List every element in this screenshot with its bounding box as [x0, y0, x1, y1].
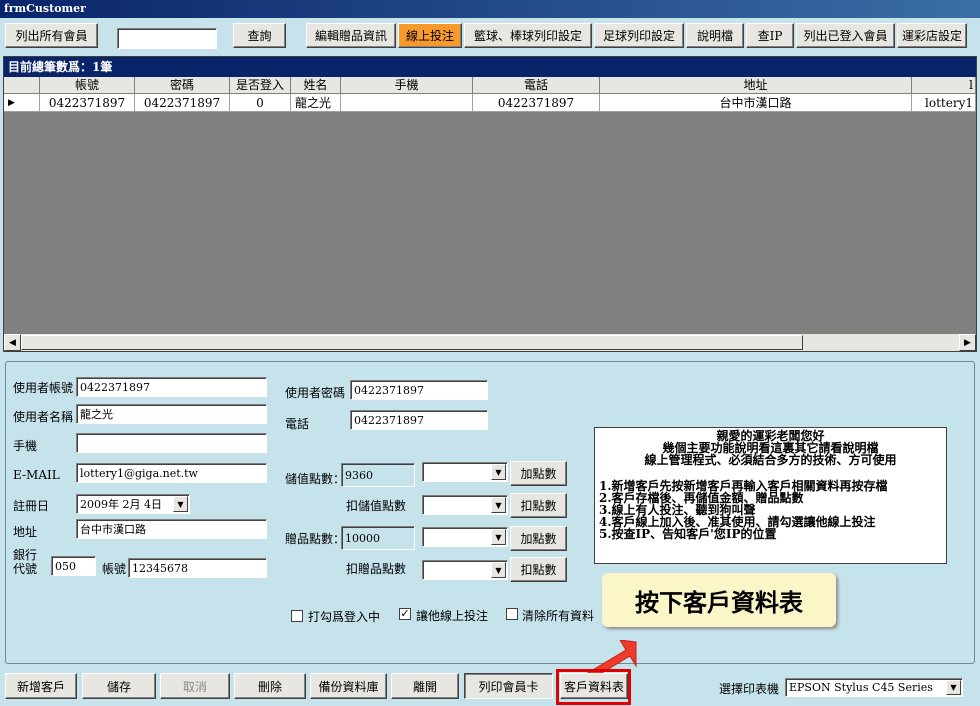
username-field[interactable]: 龍之光	[76, 404, 267, 424]
print-member-card-button[interactable]: 列印會員卡	[464, 673, 553, 699]
scroll-left-icon[interactable]: ◀	[4, 334, 21, 351]
instructions-box: 親愛的運彩老闆您好 幾個主要功能說明看這裏其它請看說明檔 線上管理程式、必須結合…	[594, 427, 947, 564]
password-field[interactable]: 0422371897	[350, 380, 488, 400]
table-cell[interactable]: 龍之光	[291, 94, 341, 112]
customer-grid[interactable]: 目前總筆數爲：1筆 帳號 密碼 是否登入 姓名 手機 電話 地址 l ▶ 042…	[3, 56, 977, 352]
basketball-print-settings-button[interactable]: 籃球、棒球列印設定	[464, 23, 592, 48]
help-button[interactable]: 說明檔	[686, 23, 744, 48]
printer-label: 選擇印表機	[719, 682, 780, 696]
deduct-stored-label: 扣儲值點數	[346, 499, 407, 513]
bank-account-field[interactable]: 12345678	[128, 558, 267, 578]
mobile-field[interactable]	[76, 433, 267, 453]
deduct-gift-label: 扣贈品點數	[346, 562, 407, 576]
phone-field[interactable]: 0422371897	[350, 410, 488, 430]
column-header-phone[interactable]: 電話	[473, 77, 600, 94]
add-gift-points-button[interactable]: 加點數	[510, 526, 567, 551]
deduct-gift-points-select[interactable]: ▼	[422, 560, 508, 580]
grid-corner-header	[4, 77, 40, 94]
add-stored-points-button[interactable]: 加點數	[510, 461, 567, 486]
exit-button[interactable]: 離開	[391, 673, 459, 699]
email-field[interactable]: lottery1@giga.net.tw	[76, 463, 267, 483]
phone-label: 電話	[285, 417, 310, 431]
username-label: 使用者名稱	[13, 410, 74, 424]
bank-code-field[interactable]: 050	[51, 556, 96, 576]
chevron-down-icon[interactable]: ▼	[491, 464, 506, 480]
stored-points-label: 儲值點數：	[285, 472, 346, 486]
online-bet-button[interactable]: 線上投注	[398, 23, 462, 48]
table-cell[interactable]: lottery1	[912, 94, 976, 112]
table-cell[interactable]	[341, 94, 473, 112]
table-cell[interactable]: 0	[230, 94, 291, 112]
gift-points-field: 10000	[341, 526, 415, 550]
password-label: 使用者密碼	[285, 386, 346, 400]
cancel-button[interactable]: 取消	[160, 673, 230, 699]
deduct-gift-points-button[interactable]: 扣點數	[510, 557, 567, 582]
register-date-value: 2009年 2月 4日	[80, 498, 162, 511]
register-date-picker[interactable]: 2009年 2月 4日 ▼	[76, 494, 190, 514]
address-field[interactable]: 台中市漢口路	[76, 519, 267, 539]
printer-select[interactable]: EPSON Stylus C45 Series ▼	[785, 678, 963, 697]
chevron-down-icon[interactable]: ▼	[491, 497, 506, 513]
callout-note: 按下客戶資料表	[602, 573, 836, 627]
list-all-members-button[interactable]: 列出所有會員	[5, 23, 98, 48]
column-header-mobile[interactable]: 手機	[341, 77, 473, 94]
clear-all-checkbox-label: 清除所有資料	[522, 609, 595, 623]
column-header-name[interactable]: 姓名	[291, 77, 341, 94]
column-header-logged-in[interactable]: 是否登入	[230, 77, 291, 94]
account-field[interactable]: 0422371897	[76, 377, 267, 397]
deduct-stored-points-button[interactable]: 扣點數	[510, 493, 567, 518]
football-print-settings-button[interactable]: 足球列印設定	[594, 23, 684, 48]
column-header-address[interactable]: 地址	[600, 77, 912, 94]
horizontal-scrollbar[interactable]: ◀ ▶	[4, 334, 976, 351]
chevron-down-icon[interactable]: ▼	[491, 529, 506, 545]
highlight-box	[556, 669, 631, 705]
add-stored-points-select[interactable]: ▼	[422, 462, 508, 482]
deduct-stored-points-select[interactable]: ▼	[422, 495, 508, 515]
register-date-label: 註冊日	[13, 499, 50, 513]
email-label: E-MAIL	[13, 468, 60, 482]
bank-account-label: 帳號	[102, 562, 127, 576]
new-customer-button[interactable]: 新增客戶	[5, 673, 77, 699]
chevron-down-icon[interactable]: ▼	[491, 562, 506, 578]
add-gift-points-select[interactable]: ▼	[422, 527, 508, 547]
grid-caption: 目前總筆數爲：1筆	[4, 57, 976, 77]
instructions-line: 線上管理程式、必須結合多方的技術、方可使用	[644, 453, 897, 467]
scrollbar-thumb[interactable]	[21, 335, 803, 350]
column-header-account[interactable]: 帳號	[40, 77, 135, 94]
row-selector-icon[interactable]: ▶	[4, 94, 40, 112]
column-header-password[interactable]: 密碼	[135, 77, 230, 94]
bank-code-label: 銀行代號	[13, 548, 38, 576]
lottery-shop-settings-button[interactable]: 運彩店設定	[897, 23, 967, 48]
clear-all-checkbox[interactable]	[506, 608, 518, 620]
table-cell[interactable]: 0422371897	[40, 94, 135, 112]
address-label: 地址	[13, 525, 38, 539]
gift-points-label: 贈品點數：	[285, 532, 346, 546]
table-cell[interactable]: 台中市漢口路	[600, 94, 912, 112]
check-ip-button[interactable]: 查IP	[746, 23, 794, 48]
query-button[interactable]: 查詢	[233, 23, 286, 48]
chevron-down-icon[interactable]: ▼	[173, 496, 188, 512]
mobile-label: 手機	[13, 439, 38, 453]
printer-value: EPSON Stylus C45 Series	[789, 681, 933, 694]
delete-button[interactable]: 刪除	[234, 673, 306, 699]
list-logged-in-button[interactable]: 列出已登入會員	[796, 23, 895, 48]
window-title: frmCustomer	[0, 0, 980, 18]
save-button[interactable]: 儲存	[82, 673, 156, 699]
column-header-email[interactable]: l	[912, 77, 976, 94]
scroll-right-icon[interactable]: ▶	[959, 334, 976, 351]
allow-online-bet-checkbox-label: 讓他線上投注	[416, 609, 489, 623]
stored-points-field: 9360	[341, 463, 415, 487]
table-cell[interactable]: 0422371897	[135, 94, 230, 112]
backup-database-button[interactable]: 備份資料庫	[310, 673, 387, 699]
chevron-down-icon[interactable]: ▼	[946, 680, 961, 695]
instructions-item: 5.按查IP、告知客戶'您IP的位置	[599, 527, 777, 541]
allow-online-bet-checkbox[interactable]: ✓	[399, 608, 411, 620]
logged-in-checkbox-label: 打勾爲登入中	[308, 610, 381, 624]
table-cell[interactable]: 0422371897	[473, 94, 600, 112]
logged-in-checkbox[interactable]	[291, 610, 303, 622]
account-label: 使用者帳號	[13, 381, 74, 395]
edit-gifts-button[interactable]: 編輯贈品資訊	[306, 23, 396, 48]
search-input[interactable]	[117, 28, 217, 49]
